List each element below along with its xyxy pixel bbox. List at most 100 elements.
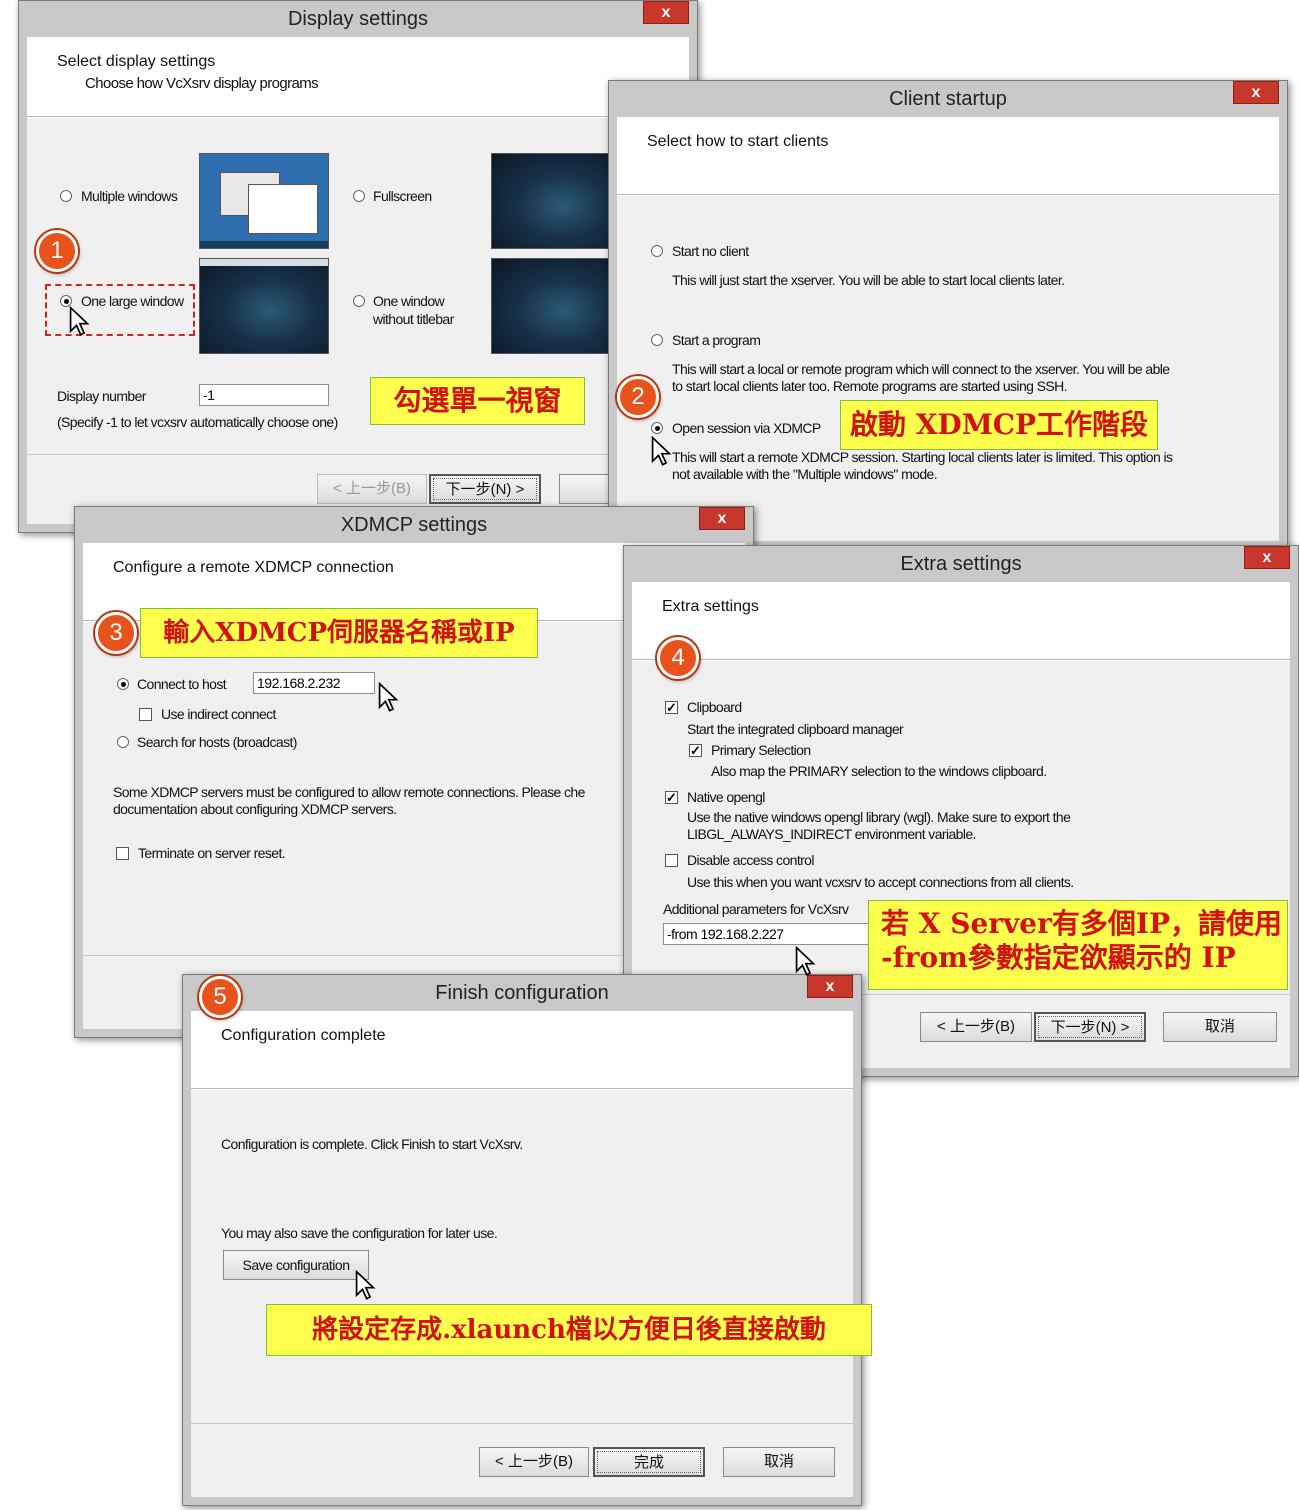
callout-from-line2: -from參數指定欲顯示的 IP [881,940,1236,974]
header-title: Select how to start clients [647,133,829,150]
label-indirect-connect[interactable]: Use indirect connect [161,706,276,723]
close-button[interactable]: x [1233,81,1279,104]
label-clipboard[interactable]: Clipboard [687,699,742,716]
complete-text: Configuration is complete. Click Finish … [221,1136,523,1152]
wizard-body: Start no client This will just start the… [617,196,1279,541]
footer-divider [27,454,689,455]
desc-xdmcp-2: not available with the "Multiple windows… [672,466,938,482]
label-multiple-windows[interactable]: Multiple windows [81,188,178,205]
label-primary-selection[interactable]: Primary Selection [711,742,811,759]
back-button[interactable]: < 上一步(B) [920,1012,1032,1042]
step-badge-3: 3 [95,612,137,654]
client-area: Select how to start clients Start no cli… [617,117,1279,541]
mouse-cursor-icon [378,682,399,712]
checkbox-disable-access[interactable] [665,854,678,867]
desc-clipboard: Start the integrated clipboard manager [687,721,904,737]
mouse-cursor-icon [795,946,816,976]
label-terminate-reset[interactable]: Terminate on server reset. [138,845,286,862]
save-configuration-button[interactable]: Save configuration [223,1250,369,1280]
thumbnail-multiple-windows [199,153,329,249]
close-button[interactable]: x [643,1,689,24]
mouse-cursor-icon [69,306,90,336]
wizard-header: Extra settings [632,582,1290,660]
radio-fullscreen[interactable] [353,190,365,202]
close-button[interactable]: x [1244,546,1290,569]
desc-primary-selection: Also map the PRIMARY selection to the wi… [711,763,1047,779]
display-number-input[interactable]: -1 [199,384,329,406]
footer-divider [191,1423,853,1424]
callout-xdmcp-session: 啟動 XDMCP工作階段 [840,400,1158,450]
back-button[interactable]: < 上一步(B) [317,474,427,504]
finish-button[interactable]: 完成 [593,1447,705,1477]
desc-opengl-1: Use the native windows opengl library (w… [687,809,1071,825]
checkbox-native-opengl[interactable]: ✓ [665,791,678,804]
header-title: Configuration complete [221,1027,386,1044]
radio-open-session-xdmcp[interactable] [651,422,663,434]
back-button[interactable]: < 上一步(B) [479,1447,589,1477]
label-open-session-xdmcp[interactable]: Open session via XDMCP [672,420,821,437]
callout-save-xlaunch: 將設定存成.xlaunch檔以方便日後直接啟動 [266,1304,872,1356]
label-start-no-client[interactable]: Start no client [672,243,749,260]
save-text: You may also save the configuration for … [221,1225,498,1241]
close-button[interactable]: x [699,507,745,530]
display-settings-window: Display settings x Select display settin… [18,0,698,533]
checkbox-terminate-reset[interactable] [116,847,129,860]
label-start-program[interactable]: Start a program [672,332,761,349]
xdmcp-note-line2: documentation about configuring XDMCP se… [113,801,397,817]
cancel-button[interactable]: 取消 [723,1447,835,1477]
step-badge-4: 4 [657,637,699,679]
radio-one-window-no-titlebar[interactable] [353,295,365,307]
label-connect-to-host[interactable]: Connect to host [137,676,227,693]
title-bar[interactable]: XDMCP settings [75,507,753,543]
mouse-cursor-icon [651,436,672,466]
step-badge-2: 2 [617,376,659,418]
title-bar[interactable]: Client startup [609,81,1287,117]
desc-start-program-2: to start local clients later too. Remote… [672,378,1067,394]
label-one-window-line1[interactable]: One window [373,293,445,310]
desc-opengl-2: LIBGL_ALWAYS_INDIRECT environment variab… [687,826,976,842]
close-button[interactable]: x [807,975,853,998]
checkbox-clipboard[interactable]: ✓ [665,701,678,714]
radio-multiple-windows[interactable] [60,190,72,202]
mouse-cursor-icon [355,1270,376,1300]
radio-search-hosts[interactable] [117,736,129,748]
cancel-button[interactable]: 取消 [1163,1012,1277,1042]
label-disable-access[interactable]: Disable access control [687,852,814,869]
step-badge-1: 1 [36,230,78,272]
radio-start-no-client[interactable] [651,245,663,257]
label-one-window-line2[interactable]: without titlebar [373,311,454,328]
header-title: Select display settings [57,53,216,70]
finish-configuration-window: Finish configuration x Configuration com… [182,974,862,1506]
title-bar[interactable]: Extra settings [624,546,1298,582]
xdmcp-note-line1: Some XDMCP servers must be configured to… [113,784,585,800]
next-button[interactable]: 下一步(N) > [1034,1012,1146,1042]
host-input[interactable]: 192.168.2.232 [253,672,375,694]
radio-start-program[interactable] [651,334,663,346]
checkbox-indirect-connect[interactable] [139,708,152,721]
wizard-header: Configuration complete [191,1011,853,1089]
title-bar[interactable]: Display settings [19,1,697,37]
display-number-hint: (Specify -1 to let vcxsrv automatically … [57,414,338,430]
window-title: Finish configuration [435,982,609,1004]
label-native-opengl[interactable]: Native opengl [687,789,765,806]
desc-start-program-1: This will start a local or remote progra… [672,361,1170,377]
additional-params-label: Additional parameters for VcXsrv [663,901,849,917]
client-startup-window: Client startup x Select how to start cli… [608,80,1288,550]
label-fullscreen[interactable]: Fullscreen [373,188,432,205]
window-title: Extra settings [900,553,1022,575]
callout-from-line1: 若 X Server有多個IP，請使用 [881,907,1282,940]
title-bar[interactable]: Finish configuration [183,975,861,1011]
window-title: XDMCP settings [340,514,488,536]
client-area: Configuration complete Configuration is … [191,1011,853,1497]
callout-one-large-window: 勾選單一視窗 [370,377,585,425]
label-search-hosts[interactable]: Search for hosts (broadcast) [137,734,297,751]
checkbox-primary-selection[interactable]: ✓ [689,744,702,757]
radio-connect-to-host[interactable] [117,678,129,690]
step-badge-5: 5 [199,976,241,1018]
header-subtitle: Choose how VcXsrv display programs [85,75,319,92]
next-button[interactable]: 下一步(N) > [429,474,541,504]
callout-xdmcp-host: 輸入XDMCP伺服器名稱或IP [140,608,538,658]
window-title: Display settings [287,8,429,30]
header-title: Extra settings [662,598,759,615]
callout-from-parameter: 若 X Server有多個IP，請使用 -from參數指定欲顯示的 IP [868,900,1288,990]
